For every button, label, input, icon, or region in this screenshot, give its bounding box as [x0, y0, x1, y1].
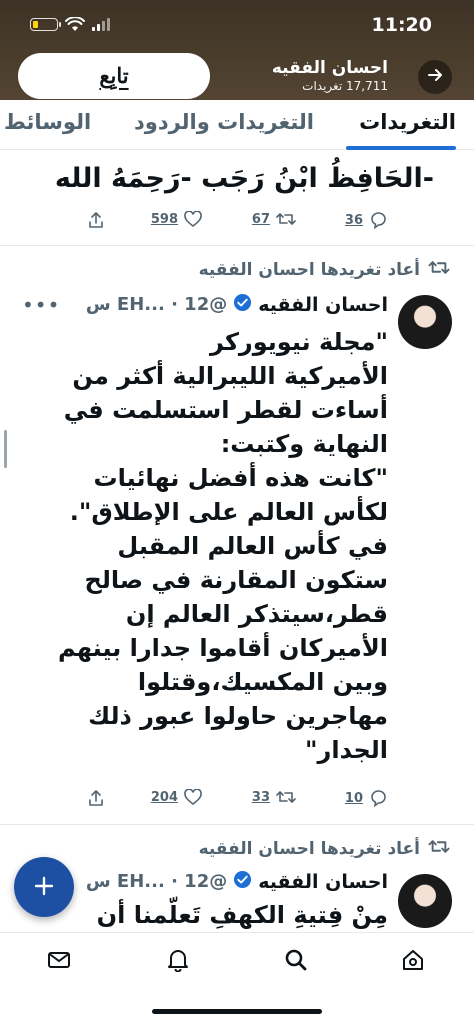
tweet-count: 17,711 تغريدات [302, 79, 388, 93]
tweet-text: -الحَافِظُ ابْنُ رَجَب -رَحِمَهُ الله [54, 163, 434, 194]
active-tab-indicator [346, 146, 456, 150]
profile-tabs: التغريدات التغريدات والردود الوسائط [0, 100, 474, 150]
profile-banner: 11:20 تابِع احسان الفقيه 17,711 تغريدات [0, 0, 474, 100]
bell-icon [167, 948, 189, 976]
nav-home[interactable] [398, 947, 428, 977]
more-options-icon[interactable]: ••• [22, 293, 60, 317]
tweet-text: مِنْ فِتيةِ الكهفِ تَعلّمنا أن [96, 901, 388, 929]
home-icon [401, 948, 425, 976]
tab-media[interactable]: الوسائط [4, 110, 91, 134]
search-icon [284, 948, 308, 976]
like-count: 598 [150, 211, 178, 227]
reply-button[interactable]: 10 [345, 789, 388, 807]
scroll-indicator[interactable] [4, 430, 7, 468]
retweeted-by-text: أعاد تغريدها احسان الفقيه [198, 260, 420, 280]
verified-badge-icon [233, 870, 252, 893]
share-button[interactable] [88, 789, 104, 807]
retweet-count: 33 [251, 789, 270, 805]
like-icon [184, 789, 202, 805]
nav-notifications[interactable] [163, 947, 193, 977]
retweet-icon [276, 789, 296, 805]
like-button[interactable]: 204 [151, 789, 202, 805]
home-indicator[interactable] [152, 1009, 322, 1014]
tweet-card[interactable]: -الحَافِظُ ابْنُ رَجَب -رَحِمَهُ الله 36… [0, 151, 474, 246]
share-icon [88, 789, 104, 807]
tweet-actions: 36 67 598 [0, 211, 474, 237]
status-icons [30, 17, 110, 32]
reply-icon [369, 789, 388, 807]
like-count: 204 [150, 789, 178, 805]
compose-plus-icon [33, 870, 55, 905]
author-handle: @EH... · 12 س [85, 294, 228, 315]
status-bar: 11:20 [0, 0, 474, 52]
verified-badge-icon [233, 293, 252, 316]
avatar[interactable] [398, 874, 452, 928]
author-name[interactable]: احسان الفقيه [258, 294, 388, 316]
share-icon [88, 211, 104, 229]
signal-icon [92, 18, 110, 31]
wifi-icon [65, 17, 85, 32]
retweet-context: أعاد تغريدها احسان الفقيه [199, 259, 450, 281]
reply-button[interactable]: 36 [345, 211, 388, 229]
retweet-count: 67 [251, 211, 270, 227]
reply-count: 36 [344, 212, 363, 228]
compose-button[interactable] [14, 857, 74, 917]
like-icon [184, 211, 202, 227]
share-button[interactable] [88, 211, 104, 229]
retweet-icon [428, 838, 450, 860]
retweet-context: أعاد تغريدها احسان الفقيه [199, 838, 450, 860]
nav-search[interactable] [281, 947, 311, 977]
tweet-card[interactable]: أعاد تغريدها احسان الفقيه احسان الفقيه @… [0, 247, 474, 825]
mail-icon [47, 950, 71, 974]
author-name[interactable]: احسان الفقيه [258, 871, 388, 893]
battery-icon [30, 18, 61, 31]
retweet-button[interactable]: 33 [252, 789, 296, 805]
profile-name: احسان الفقيه [271, 58, 388, 78]
tweet-meta: احسان الفقيه @EH... · 12 س [86, 870, 388, 893]
status-time: 11:20 [371, 14, 432, 36]
retweet-icon [276, 211, 296, 227]
like-button[interactable]: 598 [151, 211, 202, 227]
arrow-right-icon [426, 66, 444, 88]
retweet-button[interactable]: 67 [252, 211, 296, 227]
nav-messages[interactable] [44, 947, 74, 977]
reply-icon [369, 211, 388, 229]
reply-count: 10 [344, 790, 363, 806]
retweet-icon [428, 259, 450, 281]
tweet-text: "مجلة نيويوركر الأميركية الليبرالية أكثر… [58, 328, 388, 764]
tweet-actions: 10 33 204 [0, 789, 474, 815]
avatar[interactable] [398, 295, 452, 349]
author-handle: @EH... · 12 س [85, 871, 228, 892]
tab-tweets[interactable]: التغريدات [359, 110, 456, 134]
tab-tweets-and-replies[interactable]: التغريدات والردود [134, 110, 314, 134]
tweet-meta: احسان الفقيه @EH... · 12 س [86, 293, 388, 316]
retweeted-by-text: أعاد تغريدها احسان الفقيه [198, 839, 420, 859]
back-button[interactable] [418, 60, 452, 94]
profile-header: احسان الفقيه 17,711 تغريدات [272, 58, 388, 94]
follow-button[interactable]: تابِع [18, 53, 210, 99]
